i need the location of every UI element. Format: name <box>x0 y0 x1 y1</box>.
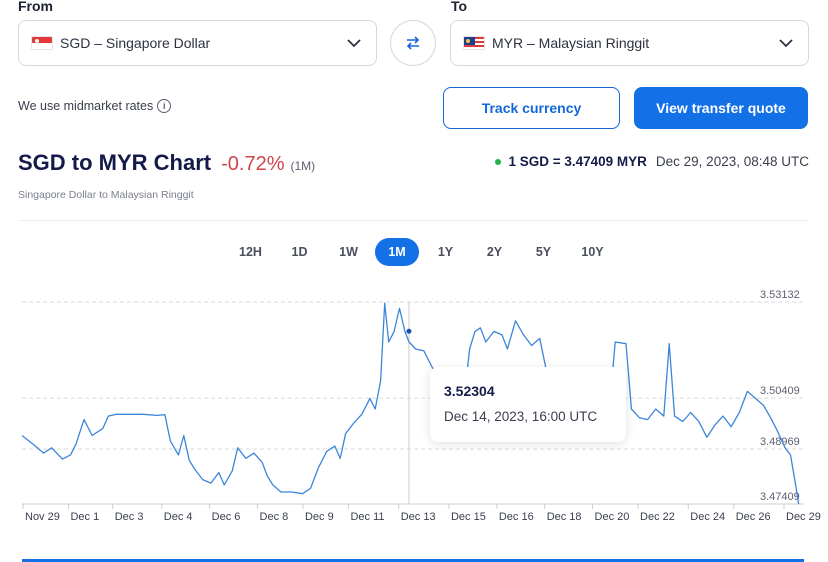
x-tick-label: Dec 1 <box>70 511 99 523</box>
track-currency-button[interactable]: Track currency <box>443 87 620 129</box>
x-tick-label: Dec 15 <box>451 511 486 523</box>
midmarket-text: We use midmarket rates <box>18 99 154 113</box>
chevron-down-icon <box>779 39 793 48</box>
y-tick-label: 3.50409 <box>760 385 800 397</box>
x-tick-label: Dec 26 <box>736 511 771 523</box>
x-tick-label: Dec 8 <box>260 511 289 523</box>
live-rate: 1 SGD = 3.47409 MYR Dec 29, 2023, 08:48 … <box>495 154 809 169</box>
chevron-down-icon <box>347 39 361 48</box>
change-percent: -0.72% <box>221 153 285 175</box>
period-tab-1d[interactable]: 1D <box>275 238 324 266</box>
view-transfer-quote-button[interactable]: View transfer quote <box>634 87 808 129</box>
highlight-point <box>406 328 412 334</box>
period-tab-1y[interactable]: 1Y <box>421 238 470 266</box>
from-currency-select[interactable]: SGD – Singapore Dollar <box>18 20 377 66</box>
y-tick-label: 3.47409 <box>760 491 800 503</box>
info-icon[interactable]: i <box>157 99 172 113</box>
x-tick-label: Dec 18 <box>547 511 582 523</box>
tooltip-value: 3.52304 <box>444 383 495 399</box>
rate-timestamp: Dec 29, 2023, 08:48 UTC <box>655 154 809 169</box>
x-tick-label: Dec 24 <box>690 511 725 523</box>
to-currency-value: MYR – Malaysian Ringgit <box>492 35 650 51</box>
live-indicator-dot <box>495 158 502 165</box>
from-currency-value: SGD – Singapore Dollar <box>60 35 211 51</box>
to-currency-select[interactable]: MYR – Malaysian Ringgit <box>450 20 809 66</box>
from-label: From <box>18 0 53 14</box>
change-period: (1M) <box>290 159 316 173</box>
x-tick-label: Dec 4 <box>164 511 193 523</box>
singapore-flag-icon <box>31 36 53 50</box>
swap-currencies-button[interactable] <box>390 20 436 66</box>
divider <box>18 220 808 221</box>
swap-arrows-icon <box>406 36 420 50</box>
chart-subtitle: Singapore Dollar to Malaysian Ringgit <box>18 189 194 201</box>
midmarket-note: We use midmarket rates i <box>18 99 172 113</box>
page-title: SGD to MYR Chart <box>18 150 212 175</box>
x-tick-label: Dec 20 <box>595 511 630 523</box>
period-tab-2y[interactable]: 2Y <box>470 238 519 266</box>
x-tick-label: Dec 9 <box>305 511 334 523</box>
x-tick-label: Dec 6 <box>212 511 241 523</box>
period-tab-10y[interactable]: 10Y <box>568 238 617 266</box>
x-tick-label: Dec 3 <box>115 511 144 523</box>
rate-value: 1 SGD = 3.47409 MYR <box>508 154 647 169</box>
chart-tooltip: 3.52304 Dec 14, 2023, 16:00 UTC <box>430 367 626 442</box>
x-tick-label: Nov 29 <box>25 511 60 523</box>
x-tick-label: Dec 13 <box>401 511 436 523</box>
period-tab-12h[interactable]: 12H <box>226 238 275 266</box>
rate-chart[interactable]: 3.531323.504093.489693.47409Nov 29 Dec 1D… <box>0 280 828 528</box>
x-tick-label: Dec 22 <box>640 511 675 523</box>
period-selector: 12H 1D 1W 1M 1Y 2Y 5Y 10Y <box>226 238 617 266</box>
y-tick-label: 3.53132 <box>760 289 800 301</box>
x-tick-label: Dec 16 <box>499 511 534 523</box>
x-tick-label: Dec 11 <box>350 511 384 523</box>
tooltip-date: Dec 14, 2023, 16:00 UTC <box>444 409 598 424</box>
chart-heading: SGD to MYR Chart -0.72% (1M) <box>18 150 315 176</box>
malaysia-flag-icon <box>463 36 485 50</box>
x-tick-label: Dec 29 <box>786 511 821 523</box>
to-label: To <box>451 0 468 14</box>
period-tab-5y[interactable]: 5Y <box>519 238 568 266</box>
period-tab-1w[interactable]: 1W <box>324 238 373 266</box>
period-tab-1m[interactable]: 1M <box>375 238 419 266</box>
